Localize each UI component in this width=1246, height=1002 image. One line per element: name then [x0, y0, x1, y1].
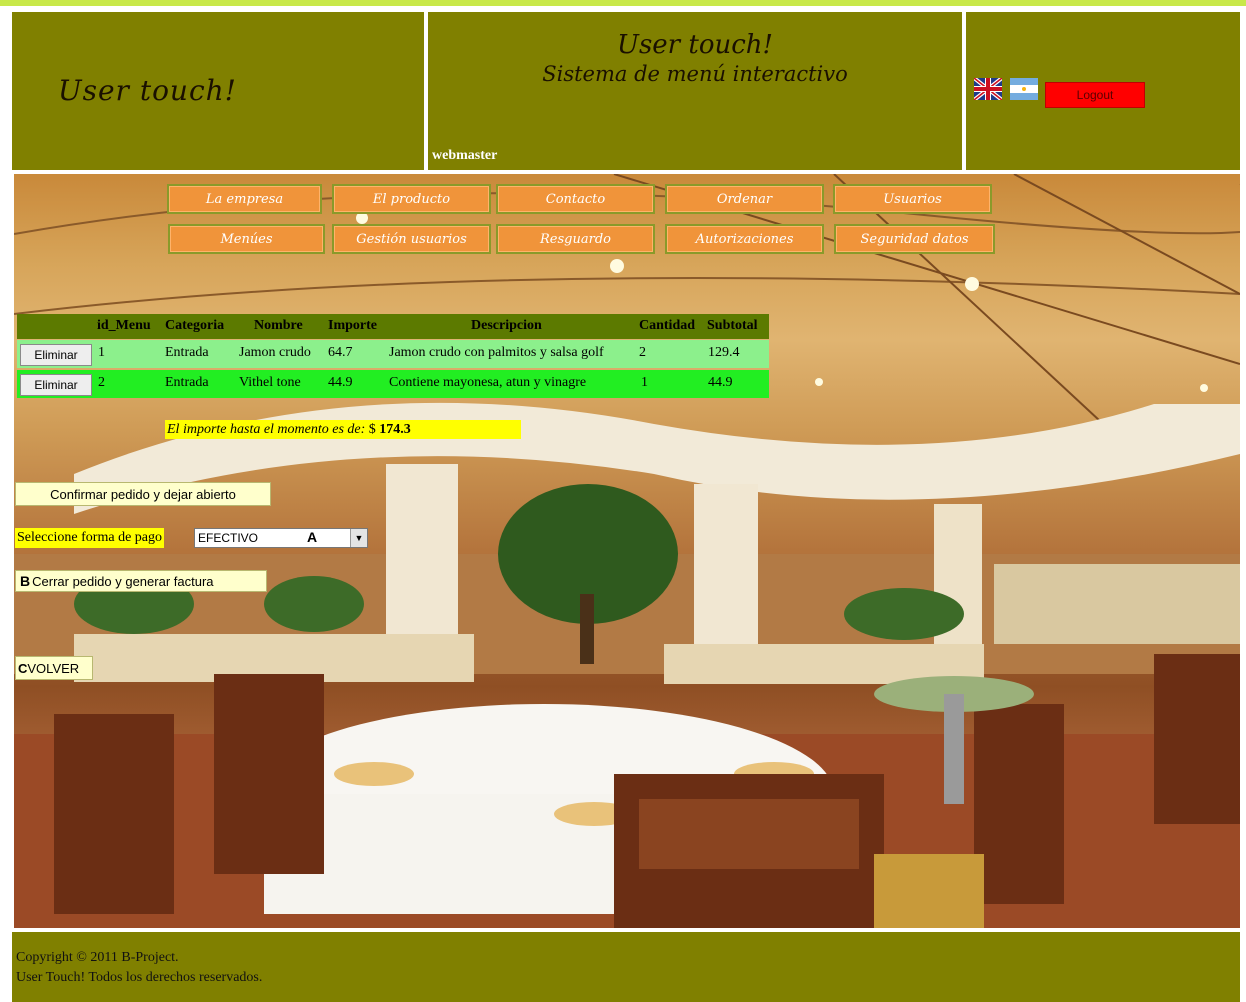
brand-logo: User touch!: [58, 74, 237, 107]
table-row: Eliminar 2 Entrada Vithel tone 44.9 Cont…: [17, 370, 769, 398]
cell-importe: 44.9: [328, 375, 353, 390]
cell-cantidad: 1: [641, 375, 648, 390]
col-subtotal: Subtotal: [707, 318, 758, 333]
restaurant-background-image: [14, 174, 1240, 928]
cell-cantidad: 2: [639, 345, 646, 360]
nav-ordenar[interactable]: Ordenar: [665, 184, 824, 214]
col-cantidad: Cantidad: [639, 318, 696, 333]
cell-id-menu: 1: [98, 345, 105, 360]
nav-el-producto[interactable]: El producto: [332, 184, 491, 214]
eliminar-button[interactable]: Eliminar: [20, 344, 92, 366]
footer: Copyright © 2011 B-Project. User Touch! …: [12, 932, 1240, 1002]
close-order-label: Cerrar pedido y generar factura: [32, 573, 214, 589]
confirm-order-button[interactable]: Confirmar pedido y dejar abierto: [15, 482, 271, 506]
cell-importe: 64.7: [328, 345, 353, 360]
page-subtitle: Sistema de menú interactivo: [542, 62, 848, 86]
col-id-menu: id_Menu: [97, 318, 151, 333]
nav-menues[interactable]: Menúes: [168, 224, 325, 254]
rights-text: User Touch! Todos los derechos reservado…: [16, 970, 263, 985]
payment-method-label: Seleccione forma de pago: [15, 528, 164, 548]
cell-descripcion: Jamon crudo con palmitos y salsa golf: [389, 345, 604, 360]
header-brand-cell: User touch!: [12, 12, 424, 170]
currency-symbol: $: [368, 422, 376, 437]
payment-method-value: EFECTIVO: [198, 531, 259, 545]
cell-descripcion: Contiene mayonesa, atun y vinagre: [389, 375, 587, 390]
order-total-amount: 174.3: [379, 422, 411, 437]
order-total-label: El importe hasta el momento es de:: [167, 422, 366, 437]
col-nombre: Nombre: [254, 318, 303, 333]
header-actions-cell: Logout: [966, 12, 1240, 170]
page-title: User touch!: [617, 30, 773, 60]
nav-usuarios[interactable]: Usuarios: [833, 184, 992, 214]
cell-nombre: Vithel tone: [239, 375, 301, 390]
cell-nombre: Jamon crudo: [239, 345, 311, 360]
marker-a: A: [307, 529, 318, 545]
marker-b: B: [20, 573, 31, 589]
cell-subtotal: 129.4: [708, 345, 740, 360]
back-label: VOLVER: [27, 660, 80, 676]
copyright-text: Copyright © 2011 B-Project.: [16, 950, 179, 965]
cell-categoria: Entrada: [165, 345, 209, 360]
close-order-button[interactable]: B Cerrar pedido y generar factura: [15, 570, 267, 592]
top-border: [0, 0, 1246, 6]
nav-contacto[interactable]: Contacto: [496, 184, 655, 214]
argentina-flag-icon[interactable]: [1010, 78, 1038, 100]
back-button[interactable]: C VOLVER: [15, 656, 93, 680]
col-importe: Importe: [328, 318, 377, 333]
table-row: Eliminar 1 Entrada Jamon crudo 64.7 Jamo…: [17, 340, 769, 368]
order-total: El importe hasta el momento es de: $ 174…: [165, 420, 521, 439]
nav-autorizaciones[interactable]: Autorizaciones: [665, 224, 824, 254]
nav-resguardo[interactable]: Resguardo: [496, 224, 655, 254]
nav-seguridad-datos[interactable]: Seguridad datos: [834, 224, 995, 254]
eliminar-button[interactable]: Eliminar: [20, 374, 92, 396]
chevron-down-icon[interactable]: ▼: [350, 529, 367, 547]
content-area: La empresa El producto Contacto Ordenar …: [14, 174, 1240, 928]
username-label: webmaster: [432, 148, 498, 163]
cell-id-menu: 2: [98, 375, 105, 390]
header-title-cell: User touch! Sistema de menú interactivo …: [428, 12, 962, 170]
col-categoria: Categoria: [165, 318, 225, 333]
logout-button[interactable]: Logout: [1045, 82, 1145, 108]
payment-method-select[interactable]: EFECTIVO ▼: [194, 528, 368, 548]
col-descripcion: Descripcion: [471, 318, 542, 333]
cell-categoria: Entrada: [165, 375, 209, 390]
marker-c: C: [18, 660, 28, 676]
uk-flag-icon[interactable]: [974, 78, 1002, 100]
nav-gestion-usuarios[interactable]: Gestión usuarios: [332, 224, 491, 254]
nav-la-empresa[interactable]: La empresa: [167, 184, 322, 214]
cell-subtotal: 44.9: [708, 375, 733, 390]
order-table-header: id_Menu Categoria Nombre Importe Descrip…: [17, 314, 769, 339]
